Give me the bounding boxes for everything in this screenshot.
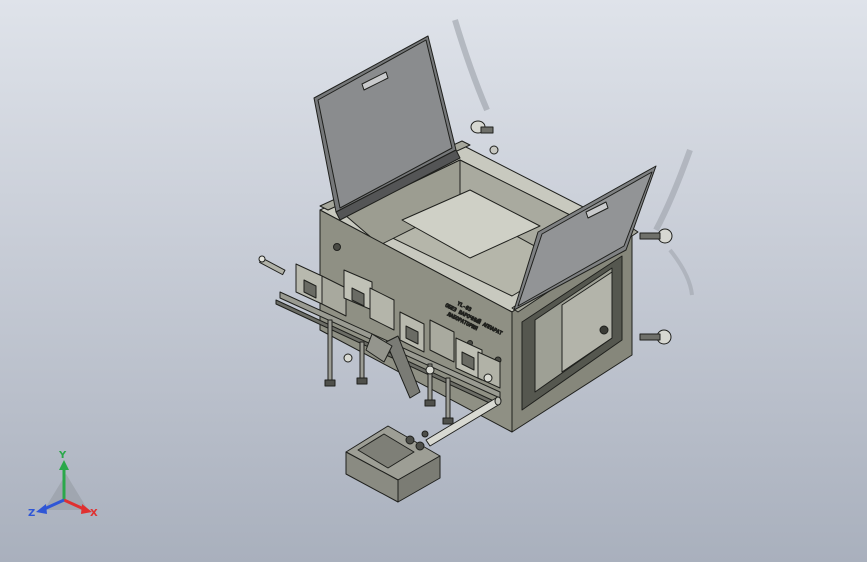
graphics-viewport[interactable]: YL-03 ОБЕЗ ВАРОЧНЫЙ АППАРАТ ЛАБОРАТОРИЯ [0, 0, 867, 562]
screw-head [356, 377, 368, 385]
adjust-screw[interactable] [445, 377, 451, 423]
control-button[interactable] [421, 430, 429, 438]
screw-head [324, 379, 336, 387]
triad-x-label: X [90, 508, 98, 519]
triad-z-arrow [36, 504, 47, 514]
control-box[interactable] [345, 425, 441, 503]
background-streak [668, 248, 694, 296]
triad-y-arrow [59, 460, 69, 470]
machine-assembly[interactable]: YL-03 ОБЕЗ ВАРОЧНЫЙ АППАРАТ ЛАБОРАТОРИЯ [258, 19, 694, 503]
background-streak [452, 19, 490, 112]
background-streak [653, 148, 693, 232]
control-button[interactable] [405, 435, 415, 445]
adjust-screw[interactable] [327, 319, 333, 385]
control-button[interactable] [415, 441, 425, 451]
foot-stem [639, 333, 661, 341]
front-bolt [333, 243, 341, 251]
orientation-triad[interactable]: Y X Z [28, 450, 98, 519]
foot-stem [639, 232, 661, 240]
triad-y-label: Y [58, 450, 67, 461]
leveling-foot [489, 145, 499, 155]
adjust-knob[interactable] [425, 365, 435, 375]
spindle-tip [258, 255, 266, 263]
adjust-knob[interactable] [343, 353, 353, 363]
screw-head [442, 417, 454, 425]
screw-head [424, 399, 436, 407]
foot-stem [480, 126, 494, 134]
door-knob [599, 325, 609, 335]
adjust-screw[interactable] [359, 341, 365, 383]
rod-end [494, 396, 502, 406]
triad-z-label: Z [28, 508, 35, 519]
adjust-knob[interactable] [483, 373, 493, 383]
